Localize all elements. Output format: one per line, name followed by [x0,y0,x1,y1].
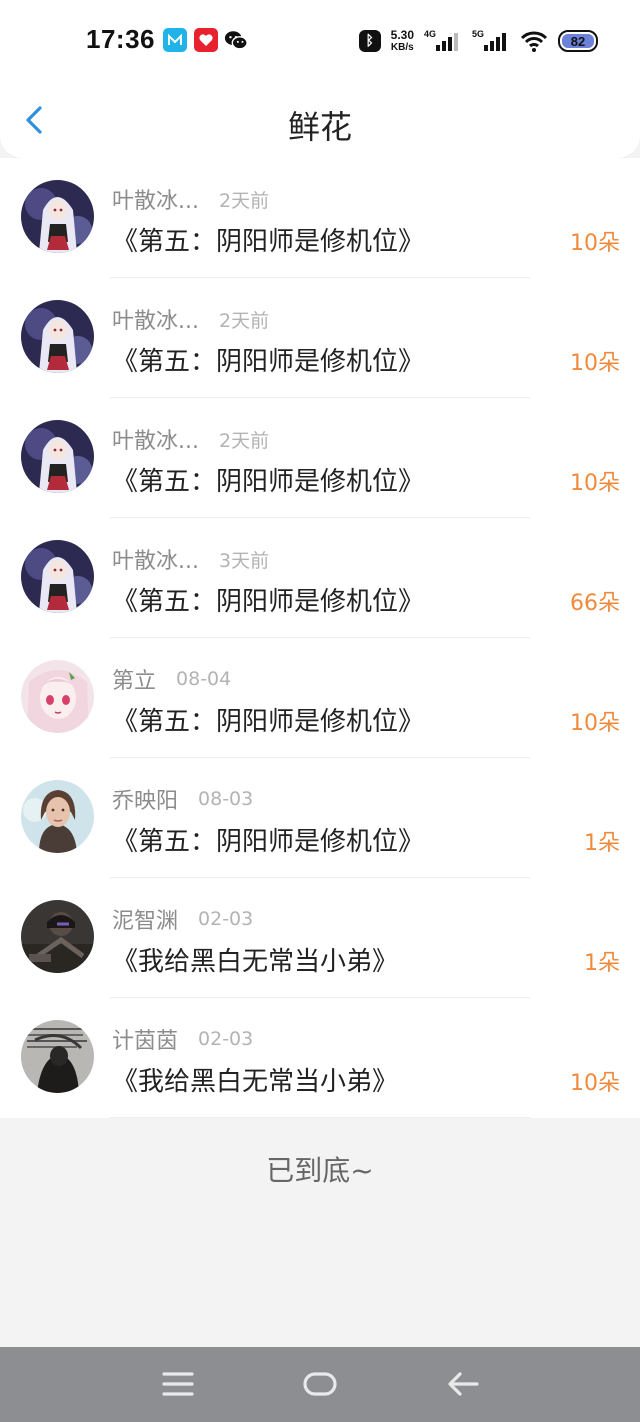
list-item[interactable]: 计茵茵 02-03 《我给黑白无常当小弟》 10朵 [0,998,640,1118]
status-indicators: ᛒ 5.30 KB/s 4G 5G 82 [358,26,598,56]
book-title[interactable]: 《第五：阴阳师是修机位》 [112,701,424,738]
item-time: 08-03 [198,788,254,810]
book-title[interactable]: 《第五：阴阳师是修机位》 [112,461,424,498]
home-button[interactable] [300,1367,340,1401]
item-meta: 叶散冰... 2天前 [112,423,269,455]
avatar[interactable] [21,660,94,733]
user-name[interactable]: 叶散冰... [112,303,199,335]
item-time: 2天前 [218,429,270,452]
user-name[interactable]: 叶散冰... [112,543,199,575]
user-name[interactable]: 第立 [112,663,156,695]
avatar[interactable] [21,540,94,613]
wechat-icon [224,28,248,52]
flower-count: 10朵 [570,351,620,376]
item-meta: 叶散冰... 2天前 [112,183,269,215]
item-meta: 叶散冰... 3天前 [112,543,269,575]
avatar[interactable] [21,1020,94,1093]
flower-count: 10朵 [570,471,620,496]
item-time: 02-03 [198,1028,254,1050]
book-title[interactable]: 《第五：阴阳师是修机位》 [112,581,424,618]
flower-count: 1朵 [584,951,620,976]
home-icon [303,1372,337,1396]
page-title: 鲜花 [287,108,352,146]
book-title[interactable]: 《第五：阴阳师是修机位》 [112,821,424,858]
divider [110,1117,530,1118]
bluetooth-icon: ᛒ [358,30,381,52]
user-name[interactable]: 计茵茵 [112,1023,178,1055]
flower-count: 66朵 [570,591,620,616]
menu-icon [162,1372,194,1396]
network-speed: 5.30 KB/s [390,28,414,53]
arrow-left-icon [448,1372,479,1396]
user-name[interactable]: 叶散冰... [112,183,199,215]
item-meta: 计茵茵 02-03 [112,1023,253,1055]
user-name[interactable]: 乔映阳 [112,783,178,815]
signal-5g-icon: 5G [472,29,510,53]
nav-back-button[interactable] [443,1367,483,1401]
flower-count: 10朵 [570,711,620,736]
battery-icon: 82 [558,30,598,52]
wifi-icon [520,31,548,52]
item-time: 08-04 [176,668,232,690]
item-meta: 泥智渊 02-03 [112,903,253,935]
header-bar: 鲜花 [0,82,640,158]
flower-count: 10朵 [570,231,620,256]
user-name[interactable]: 叶散冰... [112,423,199,455]
list-item[interactable]: 叶散冰... 2天前 《第五：阴阳师是修机位》 10朵 [0,278,640,398]
item-time: 2天前 [218,189,270,212]
avatar[interactable] [21,420,94,493]
item-meta: 叶散冰... 2天前 [112,303,269,335]
flower-count: 10朵 [570,1071,620,1096]
avatar[interactable] [21,180,94,253]
item-time: 02-03 [198,908,254,930]
end-of-list-text: 已到底~ [266,1154,374,1187]
status-bar: 17:36 ᛒ 5.30 KB/s 4G 5G 82 [0,0,640,82]
system-nav-bar [0,1347,640,1422]
menu-button[interactable] [158,1367,198,1401]
book-title[interactable]: 《我给黑白无常当小弟》 [112,941,398,978]
item-meta: 第立 08-04 [112,663,231,695]
item-time: 3天前 [218,549,270,572]
page: 17:36 ᛒ 5.30 KB/s 4G 5G 82 鲜花 叶散冰... 2天前… [0,0,640,1422]
book-title[interactable]: 《第五：阴阳师是修机位》 [112,221,424,258]
list-item[interactable]: 泥智渊 02-03 《我给黑白无常当小弟》 1朵 [0,878,640,998]
status-time: 17:36 [86,24,155,54]
app-icon-red [194,28,218,52]
list-item[interactable]: 乔映阳 08-03 《第五：阴阳师是修机位》 1朵 [0,758,640,878]
signal-4g-icon: 4G [424,29,462,53]
book-title[interactable]: 《我给黑白无常当小弟》 [112,1061,398,1098]
avatar[interactable] [21,780,94,853]
list-item[interactable]: 叶散冰... 2天前 《第五：阴阳师是修机位》 10朵 [0,158,640,278]
app-icon-blue [163,28,187,52]
flower-count: 1朵 [584,831,620,856]
list-item[interactable]: 叶散冰... 3天前 《第五：阴阳师是修机位》 66朵 [0,518,640,638]
avatar[interactable] [21,900,94,973]
item-meta: 乔映阳 08-03 [112,783,253,815]
item-time: 2天前 [218,309,270,332]
flower-record-list: 叶散冰... 2天前 《第五：阴阳师是修机位》 10朵 叶散冰... 2天前 《… [0,158,640,1118]
avatar[interactable] [21,300,94,373]
book-title[interactable]: 《第五：阴阳师是修机位》 [112,341,424,378]
list-item[interactable]: 第立 08-04 《第五：阴阳师是修机位》 10朵 [0,638,640,758]
list-item[interactable]: 叶散冰... 2天前 《第五：阴阳师是修机位》 10朵 [0,398,640,518]
user-name[interactable]: 泥智渊 [112,903,178,935]
